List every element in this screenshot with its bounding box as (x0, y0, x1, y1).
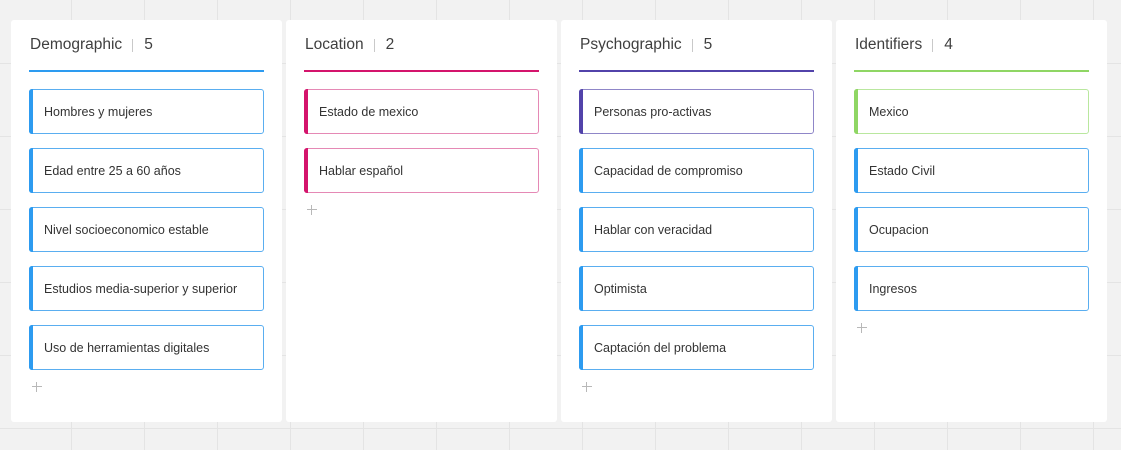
column-title: Location (305, 36, 364, 53)
column-title: Identifiers (855, 36, 923, 53)
card[interactable]: Hablar con veracidad (579, 207, 814, 252)
header-divider (932, 38, 934, 52)
card[interactable]: Mexico (854, 89, 1089, 134)
card-text: Hablar español (319, 163, 404, 178)
column-title: Demographic (30, 36, 123, 53)
column-count: 5 (144, 36, 153, 53)
card-text: Optimista (594, 281, 647, 296)
card[interactable]: Estudios media-superior y superior (29, 266, 264, 311)
card-text: Captación del problema (594, 340, 727, 355)
card-text: Nivel socioeconomico estable (44, 222, 209, 237)
card[interactable]: Ocupacion (854, 207, 1089, 252)
card-text: Ocupacion (869, 222, 929, 237)
column-header[interactable]: Identifiers 4 (854, 20, 1089, 72)
card-text: Personas pro-activas (594, 104, 712, 119)
card-text: Capacidad de compromiso (594, 163, 743, 178)
column-demographic: Demographic 5 Hombres y mujeres Edad ent… (11, 20, 282, 422)
card[interactable]: Estado de mexico (304, 89, 539, 134)
card-text: Ingresos (869, 281, 917, 296)
plus-icon[interactable] (30, 380, 44, 394)
column-count: 5 (703, 36, 713, 53)
column-identifiers: Identifiers 4 Mexico Estado Civil Ocupac… (836, 20, 1107, 422)
card[interactable]: Edad entre 25 a 60 años (29, 148, 264, 193)
card[interactable]: Estado Civil (854, 148, 1089, 193)
column-location: Location 2 Estado de mexico Hablar españ… (286, 20, 557, 422)
card[interactable]: Captación del problema (579, 325, 814, 370)
column-header[interactable]: Demographic 5 (29, 20, 264, 72)
board: Demographic 5 Hombres y mujeres Edad ent… (11, 20, 1107, 422)
card-text: Edad entre 25 a 60 años (44, 163, 181, 178)
card[interactable]: Hombres y mujeres (29, 89, 264, 134)
column-title: Psychographic (580, 36, 682, 53)
header-divider (132, 38, 134, 52)
card[interactable]: Optimista (579, 266, 814, 311)
card[interactable]: Ingresos (854, 266, 1089, 311)
card-text: Estado Civil (869, 163, 935, 178)
card[interactable]: Personas pro-activas (579, 89, 814, 134)
header-divider (373, 38, 375, 52)
card[interactable]: Hablar español (304, 148, 539, 193)
card[interactable]: Nivel socioeconomico estable (29, 207, 264, 252)
plus-icon[interactable] (580, 380, 594, 394)
card[interactable]: Uso de herramientas digitales (29, 325, 264, 370)
column-header[interactable]: Location 2 (304, 20, 539, 72)
card-text: Uso de herramientas digitales (44, 340, 210, 355)
card[interactable]: Capacidad de compromiso (579, 148, 814, 193)
column-header[interactable]: Psychographic 5 (579, 20, 814, 72)
column-count: 2 (385, 36, 395, 53)
card-text: Estado de mexico (319, 104, 419, 119)
plus-icon[interactable] (305, 203, 319, 217)
column-count: 4 (944, 36, 953, 53)
card-text: Mexico (869, 104, 909, 119)
card-text: Hombres y mujeres (44, 104, 153, 119)
column-psychographic: Psychographic 5 Personas pro-activas Cap… (561, 20, 832, 422)
plus-icon[interactable] (855, 321, 869, 335)
card-text: Hablar con veracidad (594, 222, 713, 237)
card-text: Estudios media-superior y superior (44, 281, 238, 296)
header-divider (691, 38, 693, 52)
